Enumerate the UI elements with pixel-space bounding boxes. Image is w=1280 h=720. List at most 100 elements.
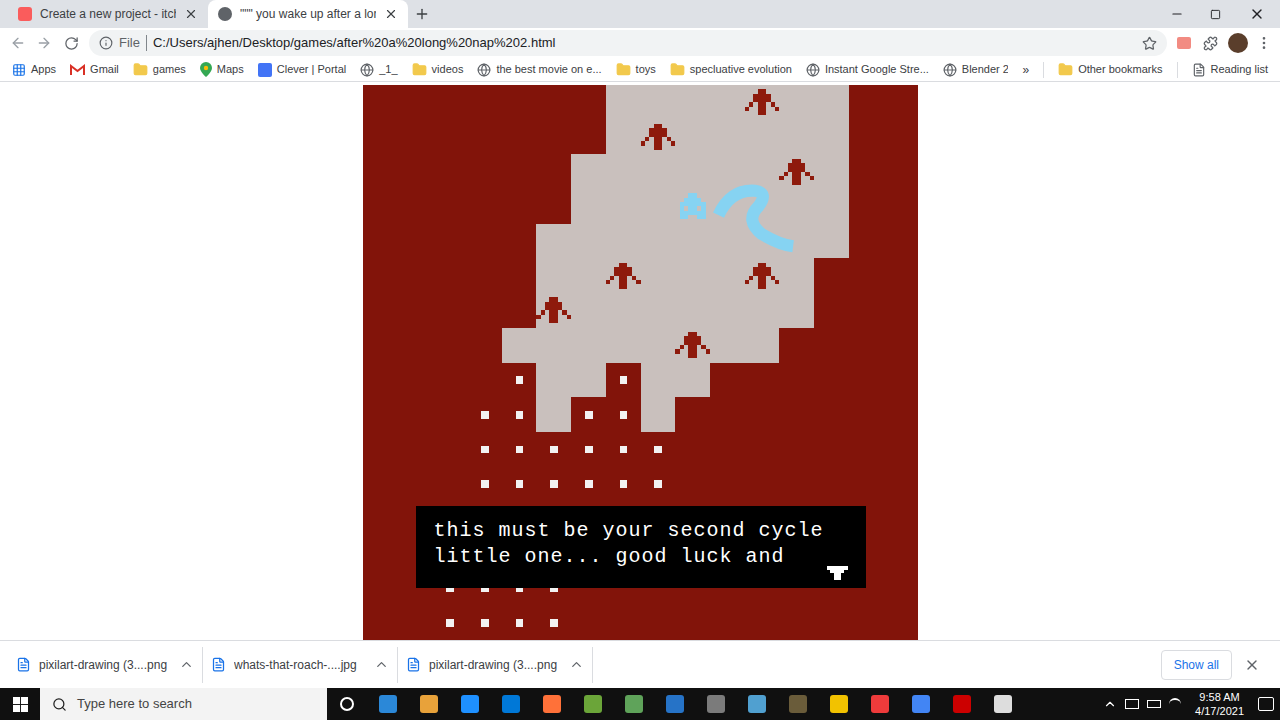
restore-icon: [1210, 9, 1221, 20]
minimize-button[interactable]: [1158, 7, 1196, 21]
reading-list[interactable]: Reading list: [1192, 61, 1268, 78]
bookmark-item[interactable]: Instant Google Stre...: [806, 61, 929, 78]
address-url: C:/Users/ajhen/Desktop/games/after%20a%2…: [153, 33, 1136, 53]
taskbar-app[interactable]: [818, 688, 859, 720]
wifi-icon[interactable]: [1169, 698, 1181, 710]
taskbar-app[interactable]: [654, 688, 695, 720]
taskbar-app[interactable]: [859, 688, 900, 720]
bookmark-item[interactable]: specluative evolution: [670, 61, 792, 78]
serpent-icon: [718, 191, 793, 247]
download-item[interactable]: pixilart-drawing (3....png: [398, 647, 593, 683]
site-icon: [477, 63, 491, 77]
start-button[interactable]: [0, 697, 40, 712]
bookmark-item[interactable]: Gmail: [70, 61, 119, 78]
chevron-up-icon[interactable]: [374, 657, 389, 672]
close-downloads-icon[interactable]: [1244, 657, 1260, 673]
menu-icon[interactable]: [1256, 35, 1272, 51]
app-icon: [625, 695, 643, 713]
download-item[interactable]: pixilart-drawing (3....png: [8, 647, 203, 683]
chevron-up-icon[interactable]: [569, 657, 584, 672]
app-icon: [584, 695, 602, 713]
app-icon: [666, 695, 684, 713]
bookmark-item[interactable]: Blender 2.82 Refere...: [943, 61, 1009, 78]
info-icon: [99, 36, 113, 50]
battery-icon[interactable]: [1147, 700, 1161, 708]
close-tab-icon[interactable]: [384, 7, 398, 21]
app-icon: [461, 695, 479, 713]
restore-button[interactable]: [1196, 9, 1234, 20]
cortana-button[interactable]: [327, 697, 367, 711]
taskbar-app[interactable]: [572, 688, 613, 720]
dialog-box[interactable]: this must be your second cyclelittle one…: [416, 506, 866, 588]
browser-tab[interactable]: Create a new project - itch.io: [8, 0, 208, 28]
cortana-icon: [340, 697, 354, 711]
toolbar: FileC:/Users/ajhen/Desktop/games/after%2…: [0, 28, 1280, 58]
dialog-line: little one... good luck and: [434, 544, 848, 570]
taskbar-app[interactable]: [695, 688, 736, 720]
close-button[interactable]: [1234, 6, 1280, 22]
bookmark-item[interactable]: toys: [616, 61, 656, 78]
tray-icon[interactable]: [1125, 699, 1139, 709]
close-icon: [1249, 6, 1265, 22]
plus-icon: [414, 6, 430, 22]
search-icon: [52, 697, 67, 712]
notifications-icon[interactable]: [1258, 697, 1274, 711]
app-icon: [748, 695, 766, 713]
browser-tab[interactable]: """ you wake up after a long nap: [208, 0, 408, 28]
taskbar-app[interactable]: [613, 688, 654, 720]
taskbar-app[interactable]: [777, 688, 818, 720]
bookmark-item[interactable]: _1_: [360, 61, 397, 78]
taskbar-app[interactable]: [408, 688, 449, 720]
folder-icon: [412, 62, 427, 77]
bookmark-item[interactable]: videos: [412, 61, 464, 78]
show-all-button[interactable]: Show all: [1161, 650, 1232, 680]
continue-arrow-icon: [826, 566, 848, 580]
close-tab-icon[interactable]: [184, 7, 198, 21]
game-canvas[interactable]: this must be your second cyclelittle one…: [363, 85, 918, 640]
file-icon: [16, 657, 31, 672]
extension-icon[interactable]: [1177, 37, 1191, 49]
bookmark-item[interactable]: Clever | Portal: [258, 61, 347, 78]
bookmark-item[interactable]: the best movie on e...: [477, 61, 601, 78]
other-bookmarks[interactable]: Other bookmarks: [1058, 61, 1162, 78]
bookmark-item[interactable]: Apps: [12, 61, 56, 78]
file-icon: [406, 657, 421, 672]
tab-title: """ you wake up after a long nap: [240, 5, 376, 23]
search-box[interactable]: Type here to search: [40, 688, 327, 720]
apps-icon: [12, 63, 26, 77]
tray-chevron-icon[interactable]: [1103, 697, 1117, 711]
avatar-icon[interactable]: [1228, 33, 1248, 53]
address-bar[interactable]: FileC:/Users/ajhen/Desktop/games/after%2…: [89, 30, 1167, 56]
bookmarks-bar: Apps Gmail games Maps Clever | Portal _1_ vide…: [0, 58, 1280, 82]
taskbar-app[interactable]: [900, 688, 941, 720]
bookmark-star-icon[interactable]: [1142, 36, 1157, 51]
minimize-icon: [1170, 7, 1184, 21]
taskbar-app[interactable]: [982, 688, 1023, 720]
tree-icon: [744, 89, 779, 115]
favicon-icon: [218, 7, 232, 21]
download-item[interactable]: whats-that-roach-....jpg: [203, 647, 398, 683]
app-icon: [830, 695, 848, 713]
player-icon: [679, 193, 705, 219]
page-content: this must be your second cyclelittle one…: [0, 82, 1280, 640]
clock[interactable]: 9:58 AM4/17/2021: [1189, 690, 1250, 718]
reload-icon[interactable]: [64, 36, 79, 51]
new-tab-button[interactable]: [408, 0, 436, 28]
windows-logo-icon: [13, 697, 28, 712]
back-icon[interactable]: [10, 35, 26, 51]
forward-icon[interactable]: [36, 35, 52, 51]
taskbar-app[interactable]: [490, 688, 531, 720]
bookmark-item[interactable]: games: [133, 61, 186, 78]
taskbar-app[interactable]: [367, 688, 408, 720]
chevron-up-icon[interactable]: [179, 657, 194, 672]
bookmarks-overflow[interactable]: »: [1022, 61, 1029, 79]
taskbar-app[interactable]: [531, 688, 572, 720]
taskbar-app[interactable]: [941, 688, 982, 720]
taskbar-app[interactable]: [736, 688, 777, 720]
bookmark-item[interactable]: Maps: [200, 61, 244, 78]
tree-icon: [605, 263, 640, 289]
window-controls: [1158, 0, 1280, 28]
downloads-bar: pixilart-drawing (3....pngwhats-that-roa…: [0, 640, 1280, 688]
extensions-icon[interactable]: [1203, 36, 1218, 51]
taskbar-app[interactable]: [449, 688, 490, 720]
